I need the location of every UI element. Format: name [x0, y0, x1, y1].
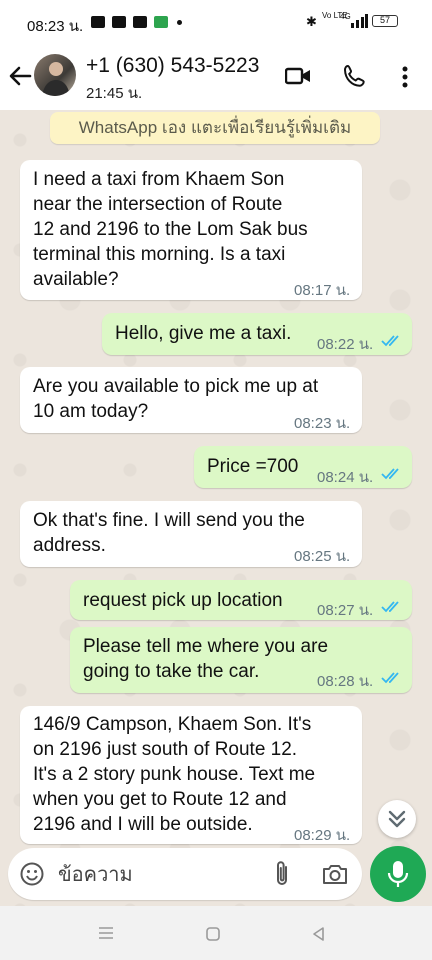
camera-icon[interactable]	[322, 862, 348, 886]
message-time: 08:17 น.	[294, 282, 351, 299]
message-input[interactable]	[58, 860, 258, 890]
phone-call-icon[interactable]	[343, 64, 367, 88]
attach-icon[interactable]	[272, 860, 292, 888]
read-receipt-icon	[381, 601, 399, 613]
message-text: 146/9 Campson, Khaem Son. It's on 2196 ju…	[33, 714, 316, 835]
message-text: I need a taxi from Khaem Son near the int…	[33, 169, 308, 290]
more-vert-icon[interactable]	[397, 64, 413, 90]
message-text: Hello, give me a taxi.	[115, 323, 292, 344]
encryption-info-banner[interactable]: WhatsApp เอง แตะเพื่อเรียนรู้เพิ่มเติม	[50, 112, 380, 144]
battery-icon: 57	[372, 15, 398, 27]
battery-level: 57	[379, 15, 390, 25]
video-call-icon[interactable]	[285, 66, 311, 86]
back-arrow-icon[interactable]	[6, 62, 34, 90]
message-text: Ok that's fine. I will send you the addre…	[33, 510, 305, 556]
contact-name[interactable]: +1 (630) 543-5223	[86, 54, 259, 78]
recent-apps-icon[interactable]	[97, 925, 115, 941]
message-time: 08:28 น.	[317, 673, 374, 690]
signal-icon	[351, 14, 368, 28]
message-time: 08:23 น.	[294, 415, 351, 432]
home-icon[interactable]	[205, 926, 221, 942]
read-receipt-icon	[381, 468, 399, 480]
message-text: Please tell me where you are going to tak…	[83, 636, 329, 682]
contact-last-seen: 21:45 น.	[86, 85, 143, 102]
message-time: 08:29 น.	[294, 827, 351, 844]
emoji-icon[interactable]	[20, 862, 44, 886]
message-time: 08:25 น.	[294, 548, 351, 565]
message-text: Are you available to pick me up at 10 am …	[33, 376, 319, 422]
read-receipt-icon	[381, 672, 399, 684]
bluetooth-icon: ✱	[306, 14, 317, 29]
message-text: Price =700	[207, 456, 299, 477]
status-time: 08:23 น.	[27, 18, 84, 35]
chat-notification-icon	[112, 16, 126, 28]
avatar[interactable]	[34, 54, 76, 96]
chevron-double-down-icon	[388, 810, 406, 828]
scroll-to-bottom-button[interactable]	[378, 800, 416, 838]
message-text: request pick up location	[83, 590, 283, 611]
mic-icon	[387, 861, 409, 887]
back-nav-icon[interactable]	[310, 925, 328, 943]
message-time: 08:22 น.	[317, 336, 374, 353]
more-notifications-icon	[177, 20, 182, 25]
chat-notification-icon	[91, 16, 105, 28]
message-time: 08:27 น.	[317, 602, 374, 619]
voice-message-button[interactable]	[370, 846, 426, 902]
read-receipt-icon	[381, 335, 399, 347]
chat-notification-icon	[133, 16, 147, 28]
app-notification-icon	[154, 16, 168, 28]
message-time: 08:24 น.	[317, 469, 374, 486]
